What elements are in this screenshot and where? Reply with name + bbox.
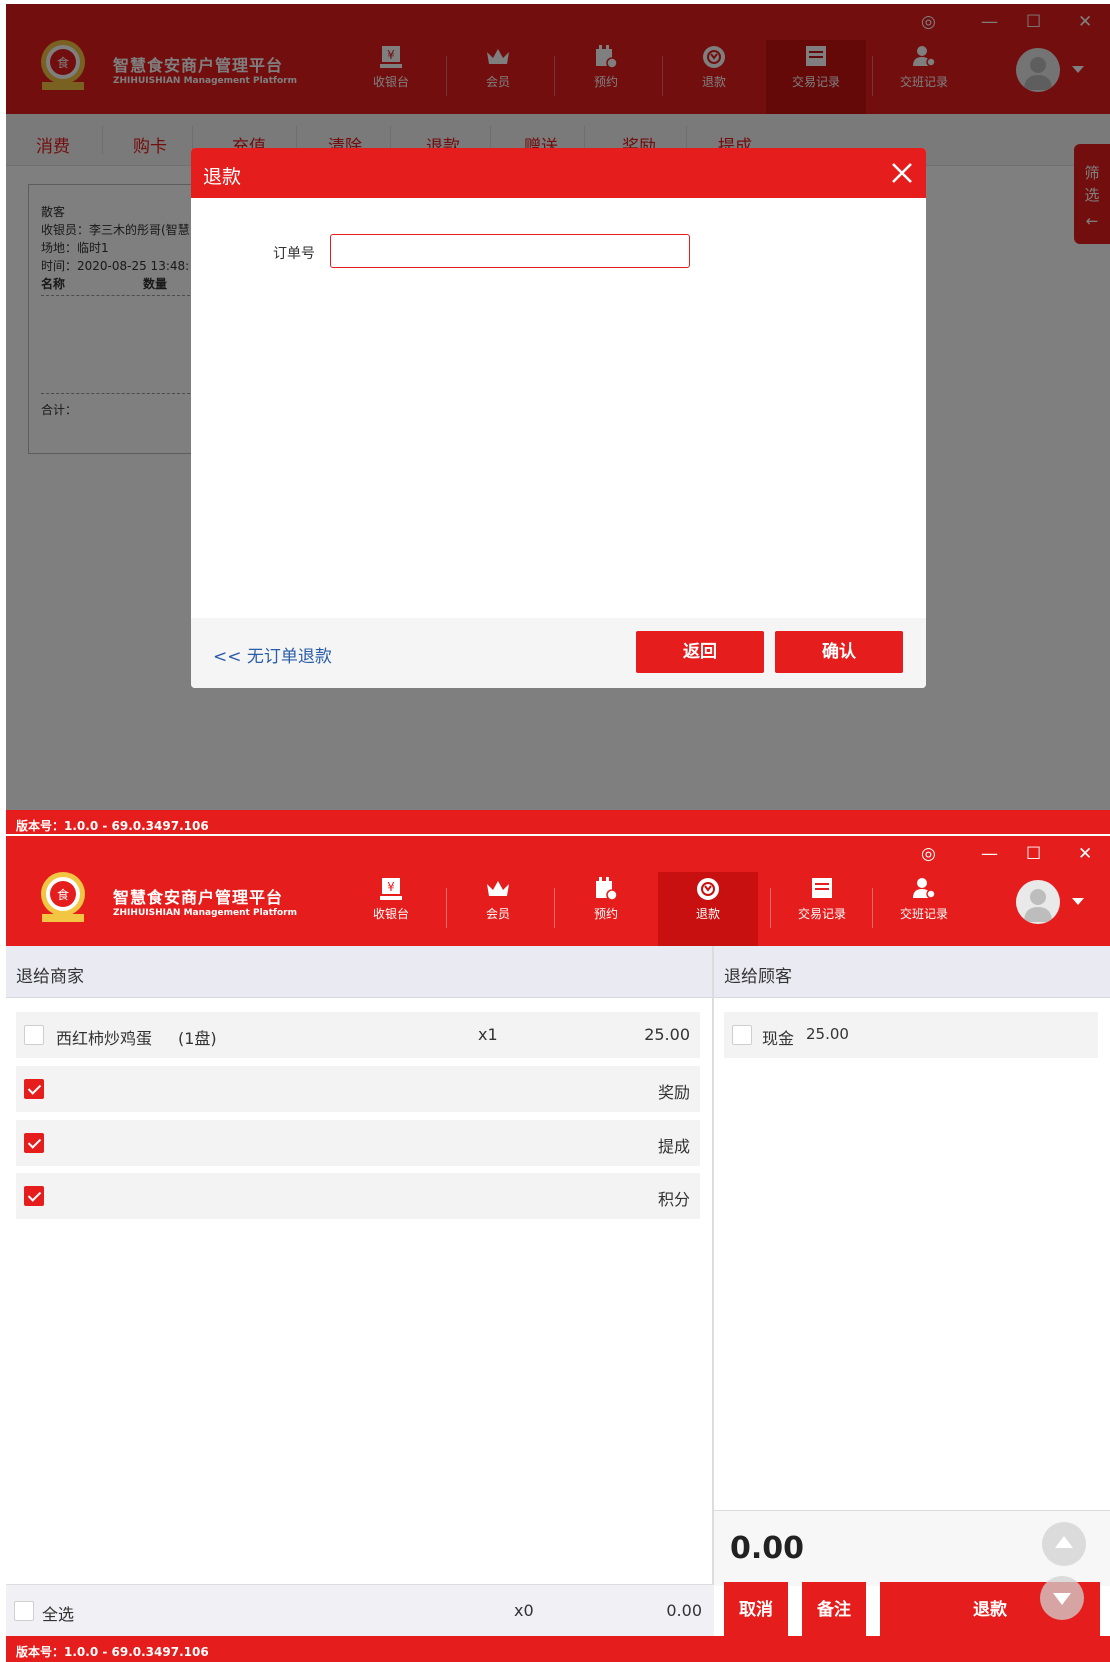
commission-checkbox[interactable]	[24, 1133, 44, 1153]
item-name: 西红柿炒鸡蛋	[56, 1029, 153, 1048]
settings-icon[interactable]: ◎	[921, 844, 936, 864]
option-commission[interactable]: 提成	[16, 1120, 700, 1166]
version-footer: 版本号：1.0.0 - 69.0.3497.106	[6, 810, 1110, 834]
avatar[interactable]	[1016, 880, 1060, 924]
points-checkbox[interactable]	[24, 1186, 44, 1206]
nav-label: 交班记录	[899, 907, 948, 921]
item-price: 25.00	[644, 1025, 690, 1044]
dialog-header: 退款	[191, 148, 926, 198]
cashier-icon: ¥	[380, 878, 402, 900]
close-icon[interactable]	[890, 161, 914, 185]
app-header: 食 智慧食安商户管理平台 ZHIHUISHIAN Management Plat…	[6, 836, 1110, 946]
brand-name: 智慧食安商户管理平台	[113, 888, 284, 907]
nav-divider	[872, 888, 873, 928]
confirm-button[interactable]: 确认	[775, 631, 903, 673]
nav-label: 收银台	[372, 907, 409, 921]
cash-checkbox[interactable]	[732, 1025, 752, 1045]
svg-text:食: 食	[57, 887, 69, 902]
merchant-panel-title: 退给商家	[16, 967, 84, 987]
nav-label: 交易记录	[797, 907, 846, 921]
select-all-label[interactable]: 全选	[42, 1601, 74, 1625]
nav-divider	[446, 888, 447, 928]
no-order-refund-link[interactable]: << 无订单退款	[213, 642, 332, 667]
item-unit: (1盘)	[178, 1029, 217, 1048]
back-button[interactable]: 返回	[636, 631, 764, 673]
remark-button[interactable]: 备注	[802, 1582, 866, 1638]
nav-label: 会员	[485, 907, 510, 921]
nav-divider	[554, 888, 555, 928]
nav-member[interactable]: 会员	[448, 872, 548, 946]
dialog-footer: << 无订单退款 返回 确认	[191, 618, 926, 688]
dialog-title: 退款	[203, 166, 242, 188]
scroll-down-icon[interactable]	[1040, 1576, 1084, 1620]
customer-panel-title: 退给顾客	[724, 967, 792, 987]
crown-icon	[487, 881, 509, 896]
merchant-panel-header: 退给商家	[6, 946, 712, 998]
maximize-icon[interactable]: ☐	[1026, 844, 1041, 864]
refund-icon	[697, 878, 719, 900]
select-all-bar: 全选 x0 0.00	[6, 1584, 714, 1636]
nav-refund[interactable]: 退款	[658, 872, 758, 946]
version-footer: 版本号：1.0.0 - 69.0.3497.106	[6, 1636, 1110, 1662]
scroll-up-icon[interactable]	[1042, 1522, 1086, 1566]
version-text: 版本号：1.0.0 - 69.0.3497.106	[16, 819, 209, 833]
item-qty: x1	[478, 1025, 498, 1044]
refund-dialog-screen: 食 智慧食安商户管理平台 ZHIHUISHIAN Management Plat…	[6, 4, 1110, 834]
reward-checkbox[interactable]	[24, 1079, 44, 1099]
version-text: 版本号：1.0.0 - 69.0.3497.106	[16, 1645, 209, 1659]
item-checkbox[interactable]	[24, 1025, 44, 1045]
shift-user-icon	[913, 878, 936, 899]
nav-label: 退款	[695, 907, 720, 921]
svg-text:¥: ¥	[387, 880, 395, 894]
cancel-button[interactable]: 取消	[724, 1582, 788, 1638]
user-menu-caret-icon[interactable]	[1072, 898, 1084, 905]
list-item[interactable]: 西红柿炒鸡蛋 (1盘) x1 25.00	[16, 1012, 700, 1058]
refund-detail-screen: 食 智慧食安商户管理平台 ZHIHUISHIAN Management Plat…	[6, 836, 1110, 1662]
order-number-label: 订单号	[273, 246, 315, 262]
option-reward[interactable]: 奖励	[16, 1066, 700, 1112]
order-number-input[interactable]	[330, 234, 690, 268]
close-window-icon[interactable]: ✕	[1078, 844, 1092, 864]
refund-dialog: 退款 订单号 << 无订单退款 返回 确认	[191, 148, 926, 688]
cash-refund-row[interactable]: 现金 25.00	[724, 1012, 1098, 1058]
transactions-icon	[812, 878, 832, 898]
selected-qty: x0	[514, 1601, 534, 1620]
minimize-icon[interactable]: —	[981, 844, 998, 864]
cash-amount: 25.00	[806, 1025, 849, 1043]
customer-panel-header: 退给顾客	[714, 946, 1110, 998]
nav-shift-records[interactable]: 交班记录	[874, 872, 974, 946]
option-label: 提成	[657, 1137, 690, 1156]
option-label: 积分	[657, 1190, 690, 1209]
selected-amount: 0.00	[666, 1601, 702, 1620]
refund-total: 0.00	[730, 1531, 805, 1566]
user-avatar-icon	[1024, 889, 1052, 922]
cash-label: 现金	[762, 1029, 795, 1048]
nav-label: 预约	[593, 907, 618, 921]
select-all-checkbox[interactable]	[14, 1601, 34, 1621]
logo-icon: 食	[41, 872, 85, 922]
nav-reservation[interactable]: 预约	[556, 872, 656, 946]
option-label: 奖励	[657, 1083, 690, 1102]
nav-transactions[interactable]: 交易记录	[772, 872, 872, 946]
option-points[interactable]: 积分	[16, 1173, 700, 1219]
calendar-icon	[596, 877, 618, 901]
nav-divider	[770, 888, 771, 928]
brand-subtitle: ZHIHUISHIAN Management Platform	[113, 908, 297, 918]
nav-cashier[interactable]: ¥ 收银台	[341, 872, 441, 946]
